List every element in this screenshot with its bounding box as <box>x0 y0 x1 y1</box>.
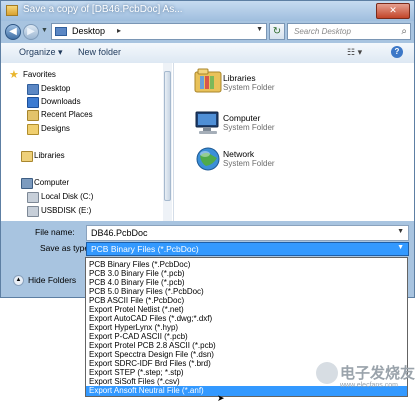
item-name: Computer <box>223 113 261 123</box>
chevron-down-icon[interactable]: ▼ <box>397 244 404 251</box>
nav-item-desktop[interactable]: Desktop <box>41 84 70 93</box>
save-type-value: PCB Binary Files (*.PcbDoc) <box>91 244 199 254</box>
nav-libraries[interactable]: Libraries <box>34 151 65 160</box>
libraries-icon <box>21 151 33 162</box>
address-location: Desktop <box>72 26 106 36</box>
nav-scroll-thumb[interactable] <box>164 71 171 201</box>
search-input[interactable]: Search Desktop ⌕ <box>287 23 411 40</box>
downloads-icon <box>27 97 39 108</box>
window-title: Save a copy of [DB46.PcbDoc] As... <box>23 4 183 15</box>
hide-folders-label: Hide Folders <box>28 275 77 285</box>
file-name-value: DB46.PcbDoc <box>91 228 148 238</box>
hide-folders-button[interactable]: ▲ Hide Folders <box>13 275 77 287</box>
nav-item-local-disk[interactable]: Local Disk (C:) <box>41 192 93 201</box>
nav-computer[interactable]: Computer <box>34 178 69 187</box>
close-button[interactable]: ✕ <box>376 3 410 19</box>
help-icon[interactable]: ? <box>391 46 403 58</box>
file-list: Libraries System Folder Computer System … <box>174 63 414 221</box>
organize-button[interactable]: Organize ▾ <box>19 47 63 58</box>
search-placeholder: Search Desktop <box>294 27 351 36</box>
history-dropdown-icon[interactable]: ▼ <box>41 27 48 34</box>
nav-item-usbdisk[interactable]: USBDISK (E:) <box>41 206 91 215</box>
network-icon <box>196 147 220 171</box>
address-field[interactable]: Desktop ▸ ▼ <box>51 23 267 40</box>
item-type: System Folder <box>223 123 275 132</box>
watermark-logo-icon <box>316 362 338 384</box>
nav-item-downloads[interactable]: Downloads <box>41 97 81 106</box>
chevron-up-icon: ▲ <box>13 275 24 287</box>
desktop-icon <box>55 27 67 36</box>
item-name: Network <box>223 149 255 159</box>
folder-icon <box>27 124 39 135</box>
watermark-url: www.elecfans.com <box>340 382 398 389</box>
file-name-label: File name: <box>35 227 75 237</box>
save-type-label: Save as type: <box>40 243 92 253</box>
usb-drive-icon <box>27 206 39 217</box>
recent-places-icon <box>27 110 39 121</box>
navigation-pane: ★ Favorites Desktop Downloads Recent Pla… <box>1 63 174 221</box>
item-name: Libraries <box>223 73 256 83</box>
change-view-icon[interactable]: ☷ ▾ <box>347 47 362 58</box>
command-toolbar: Organize ▾ New folder ☷ ▾ ? <box>1 43 414 64</box>
forward-button[interactable]: ▶ <box>23 24 39 40</box>
save-type-select[interactable]: PCB Binary Files (*.PcbDoc) ▼ <box>86 242 409 256</box>
computer-icon <box>21 178 33 189</box>
nav-favorites[interactable]: Favorites <box>23 70 56 79</box>
star-icon: ★ <box>9 69 19 81</box>
address-bar: ◀ ▶ ▼ Desktop ▸ ▼ ↻ Search Desktop ⌕ <box>1 21 414 43</box>
new-folder-button[interactable]: New folder <box>78 47 121 57</box>
search-icon: ⌕ <box>401 26 407 37</box>
app-icon <box>6 5 18 16</box>
watermark-brand: 电子发烧友 <box>340 365 415 382</box>
computer-icon <box>195 111 219 134</box>
nav-item-designs[interactable]: Designs <box>41 124 70 133</box>
title-bar[interactable]: Save a copy of [DB46.PcbDoc] As... ✕ <box>1 1 414 21</box>
disk-icon <box>27 192 39 203</box>
chevron-down-icon[interactable]: ▼ <box>256 26 263 33</box>
refresh-button[interactable]: ↻ <box>269 23 285 40</box>
back-button[interactable]: ◀ <box>5 24 21 40</box>
libraries-icon <box>194 68 222 93</box>
mouse-cursor-icon: ➤ <box>217 393 225 403</box>
breadcrumb-arrow-icon[interactable]: ▸ <box>117 26 121 35</box>
file-name-input[interactable]: DB46.PcbDoc ▼ <box>86 225 409 241</box>
watermark: 电子发烧友 www.elecfans.com <box>314 360 415 394</box>
item-type: System Folder <box>223 83 275 92</box>
chevron-down-icon[interactable]: ▼ <box>397 228 404 235</box>
item-type: System Folder <box>223 159 275 168</box>
desktop-icon <box>27 84 39 95</box>
nav-scrollbar[interactable] <box>163 63 172 221</box>
nav-item-recent-places[interactable]: Recent Places <box>41 110 93 119</box>
save-dialog: Save a copy of [DB46.PcbDoc] As... ✕ ◀ ▶… <box>0 0 415 298</box>
